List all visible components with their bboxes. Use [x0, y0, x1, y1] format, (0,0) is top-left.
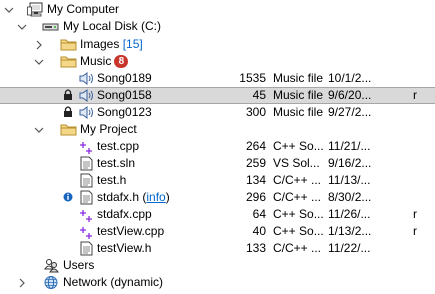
- cpp-icon: [78, 206, 96, 223]
- disk-icon: [42, 18, 60, 35]
- attr-cell: r: [413, 207, 417, 221]
- tree-row-test-cpp[interactable]: test.cpp 264 C++ So... 11/21/...: [0, 138, 435, 155]
- document-icon: [78, 189, 96, 206]
- date-cell: 9/16/2...: [328, 156, 372, 170]
- date-cell: 8/30/2...: [328, 190, 372, 204]
- globe-icon: [43, 274, 61, 291]
- tree-row-music[interactable]: Music 8: [0, 53, 435, 70]
- speaker-icon: [78, 87, 96, 104]
- type-cell: C++ So...: [273, 224, 324, 238]
- tree-row-test-sln[interactable]: test.sln 259 VS Sol... 9/16/2...: [0, 155, 435, 172]
- computer-icon: [27, 1, 45, 18]
- date-cell: 11/21/...: [328, 139, 371, 153]
- type-cell: C++ So...: [273, 139, 324, 153]
- tree-row-test-h[interactable]: test.h 134 C/C++ ... 11/13/...: [0, 172, 435, 189]
- type-cell: Music file: [273, 105, 324, 119]
- size-cell: 134: [245, 173, 266, 187]
- size-cell: 259: [245, 156, 266, 170]
- tree-item-label: Song0123: [97, 105, 152, 119]
- attr-cell: r: [413, 88, 417, 102]
- tree-row-my-computer[interactable]: My Computer: [0, 1, 435, 18]
- cpp-icon: [78, 223, 96, 240]
- size-cell: 45: [252, 88, 266, 102]
- date-cell: 11/26/...: [328, 207, 371, 221]
- document-icon: [78, 240, 96, 257]
- date-cell: 9/6/20...: [328, 88, 372, 102]
- tree-row-images[interactable]: Images [15]: [0, 36, 435, 53]
- lock-icon: [63, 104, 73, 121]
- tree-item-label: Users: [63, 258, 95, 272]
- tree-item-label: test.h: [97, 173, 127, 187]
- folder-icon: [60, 121, 78, 138]
- users-icon: [43, 257, 61, 274]
- tree-item-label: My Computer: [47, 2, 120, 16]
- type-cell: C/C++ ...: [273, 190, 322, 204]
- date-cell: 1/13/2...: [328, 224, 372, 238]
- tree-item-label: testView.cpp: [97, 224, 165, 238]
- collapse-arrow-icon[interactable]: [34, 121, 44, 138]
- tree-item-label: stdafx.h (info): [97, 190, 170, 204]
- tree-row-song0158[interactable]: Song0158 45 Music file 9/6/20... r: [0, 87, 435, 104]
- attr-cell: r: [413, 224, 417, 238]
- tree-item-label: Network (dynamic): [63, 275, 164, 289]
- size-cell: 300: [245, 105, 266, 119]
- collapse-arrow-icon[interactable]: [4, 1, 14, 18]
- tree-item-label: testView.h: [97, 241, 152, 255]
- tree-row-song0189[interactable]: Song0189 1535 Music file 10/1/2...: [0, 70, 435, 87]
- tree-row-my-project[interactable]: My Project: [0, 121, 435, 138]
- speaker-icon: [78, 70, 96, 87]
- type-cell: Music file: [273, 88, 324, 102]
- lock-icon: [63, 87, 73, 104]
- tree-row-stdafx-h[interactable]: stdafx.h (info) 296 C/C++ ... 8/30/2...: [0, 189, 435, 206]
- type-cell: C/C++ ...: [273, 173, 322, 187]
- date-cell: 11/13/...: [328, 173, 371, 187]
- date-cell: 9/27/2...: [328, 105, 372, 119]
- type-cell: C++ So...: [273, 207, 324, 221]
- tree-row-testview-cpp[interactable]: testView.cpp 40 C++ So... 1/13/2... r: [0, 223, 435, 240]
- info-icon: [63, 189, 73, 206]
- size-cell: 64: [252, 207, 266, 221]
- size-cell: 1535: [239, 71, 266, 85]
- tree-row-users[interactable]: Users: [0, 257, 435, 274]
- count-badge: 8: [114, 55, 129, 68]
- tree-item-label: test.sln: [97, 156, 136, 170]
- tree-row-local-disk[interactable]: My Local Disk (C:): [0, 18, 435, 35]
- date-cell: 11/22/...: [328, 241, 371, 255]
- speaker-icon: [78, 104, 96, 121]
- cpp-icon: [78, 138, 96, 155]
- date-cell: 10/1/2...: [328, 71, 372, 85]
- tree-item-label: test.cpp: [97, 139, 140, 153]
- tree-item-label: Song0158: [97, 88, 152, 102]
- document-icon: [78, 155, 96, 172]
- tree-item-label: Images [15]: [80, 37, 143, 51]
- document-icon: [78, 172, 96, 189]
- tree-row-song0123[interactable]: Song0123 300 Music file 9/27/2...: [0, 104, 435, 121]
- tree-item-label: stdafx.cpp: [97, 207, 152, 221]
- tree-item-label: My Local Disk (C:): [63, 19, 162, 33]
- size-cell: 264: [245, 139, 266, 153]
- tree-item-label: My Project: [80, 122, 137, 136]
- size-cell: 296: [245, 190, 266, 204]
- collapse-arrow-icon[interactable]: [34, 53, 44, 70]
- collapse-arrow-icon[interactable]: [17, 18, 27, 35]
- item-count: [15]: [122, 37, 143, 51]
- type-cell: VS Sol...: [273, 156, 320, 170]
- size-cell: 40: [252, 224, 266, 238]
- tree-item-label: Song0189: [97, 71, 152, 85]
- size-cell: 133: [245, 241, 266, 255]
- tree-row-network[interactable]: Network (dynamic): [0, 274, 435, 291]
- tree-item-label: Music 8: [80, 53, 129, 70]
- type-cell: C/C++ ...: [273, 241, 322, 255]
- expand-arrow-icon[interactable]: [34, 36, 44, 53]
- tree-row-testview-h[interactable]: testView.h 133 C/C++ ... 11/22/...: [0, 240, 435, 257]
- type-cell: Music file: [273, 71, 324, 85]
- expand-arrow-icon[interactable]: [17, 274, 27, 291]
- folder-icon: [60, 36, 78, 53]
- info-link[interactable]: info: [146, 190, 165, 204]
- folder-icon: [60, 53, 78, 70]
- tree-row-stdafx-cpp[interactable]: stdafx.cpp 64 C++ So... 11/26/... r: [0, 206, 435, 223]
